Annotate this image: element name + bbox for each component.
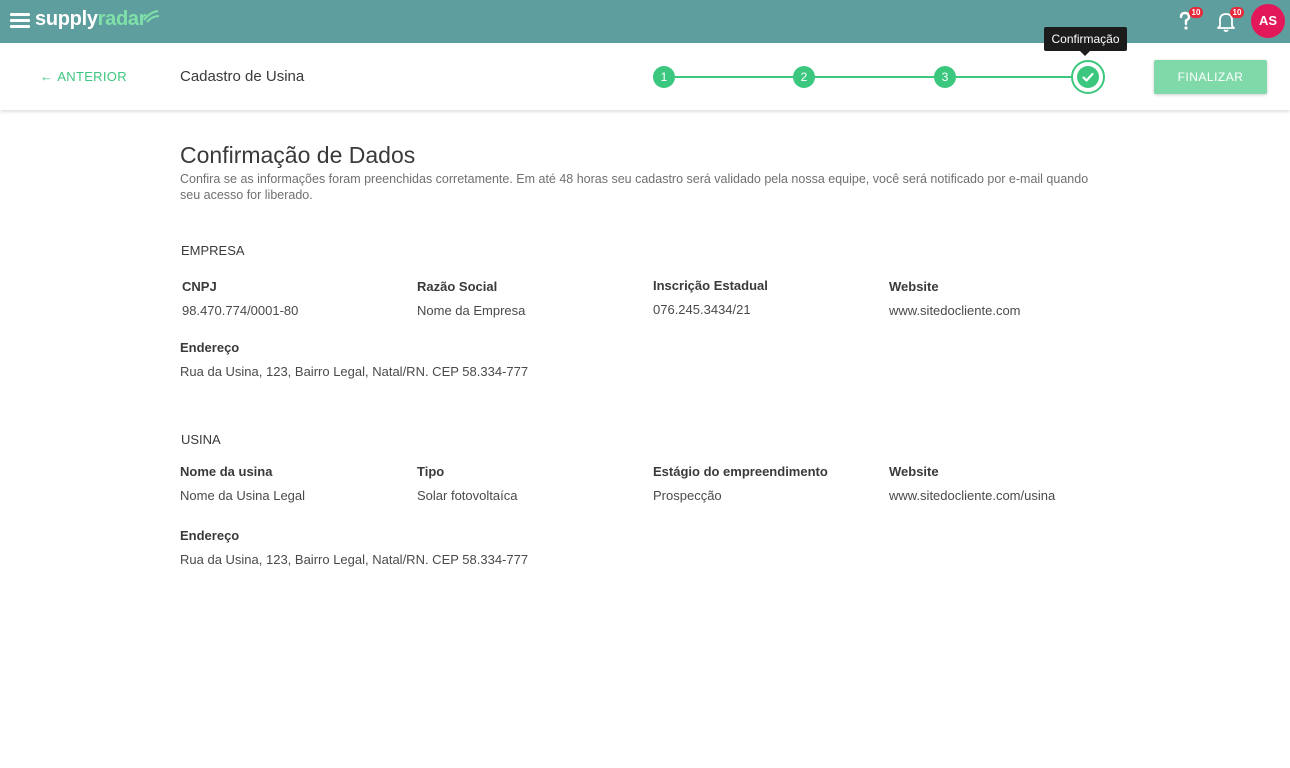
- razao-social-label: Razão Social: [417, 279, 498, 294]
- cnpj-label: CNPJ: [182, 279, 217, 294]
- usina-website-label: Website: [889, 464, 939, 479]
- help-button[interactable]: 10: [1173, 7, 1203, 33]
- step-3[interactable]: 3: [934, 66, 956, 88]
- radar-waves-icon: [143, 10, 160, 23]
- stepper-line: [675, 76, 1075, 78]
- section-title-empresa: EMPRESA: [181, 243, 245, 258]
- inscricao-estadual-label: Inscrição Estadual: [653, 278, 768, 293]
- empresa-endereco-value: Rua da Usina, 123, Bairro Legal, Natal/R…: [180, 364, 529, 379]
- empresa-website-value: www.sitedocliente.com: [889, 303, 1021, 318]
- inscricao-estadual-value: 076.245.3434/21: [653, 302, 751, 317]
- intro-text: Confira se as informações foram preenchi…: [180, 172, 1089, 202]
- page-heading: Confirmação de Dados: [180, 142, 416, 168]
- notifications-button[interactable]: 10: [1214, 7, 1244, 33]
- step-tooltip: Confirmação: [1044, 27, 1127, 56]
- estagio-value: Prospecção: [653, 488, 722, 503]
- tipo-value: Solar fotovoltaíca: [417, 488, 518, 503]
- user-avatar[interactable]: AS: [1251, 4, 1285, 38]
- page-title: Cadastro de Usina: [180, 68, 305, 85]
- wizard-header: ← ANTERIOR Cadastro de Usina 1 2 3 FINAL…: [0, 43, 1290, 110]
- step-2[interactable]: 2: [793, 66, 815, 88]
- razao-social-value: Nome da Empresa: [417, 303, 526, 318]
- nome-usina-value: Nome da Usina Legal: [180, 488, 306, 503]
- usina-website-value: www.sitedocliente.com/usina: [889, 488, 1056, 503]
- estagio-label: Estágio do empreendimento: [653, 464, 828, 479]
- step-confirmation[interactable]: [1071, 60, 1105, 94]
- notifications-badge: 10: [1230, 7, 1244, 18]
- hamburger-menu-icon[interactable]: [10, 13, 30, 29]
- step-1[interactable]: 1: [653, 66, 675, 88]
- arrow-left-icon: ←: [40, 69, 54, 84]
- usina-endereco-value: Rua da Usina, 123, Bairro Legal, Natal/R…: [180, 552, 529, 567]
- cnpj-value: 98.470.774/0001-80: [182, 303, 299, 318]
- empresa-endereco-label: Endereço: [180, 340, 240, 355]
- finalize-button[interactable]: FINALIZAR: [1154, 60, 1267, 94]
- section-title-usina: USINA: [181, 432, 221, 447]
- nome-usina-label: Nome da usina: [180, 464, 273, 479]
- back-label: ANTERIOR: [57, 69, 127, 84]
- tipo-label: Tipo: [417, 464, 445, 479]
- usina-endereco-label: Endereço: [180, 528, 240, 543]
- empresa-website-label: Website: [889, 279, 939, 294]
- back-button[interactable]: ← ANTERIOR: [40, 69, 127, 84]
- supplyradar-logo[interactable]: supply radar: [35, 8, 160, 36]
- check-icon: [1082, 72, 1094, 82]
- help-badge: 10: [1189, 7, 1203, 18]
